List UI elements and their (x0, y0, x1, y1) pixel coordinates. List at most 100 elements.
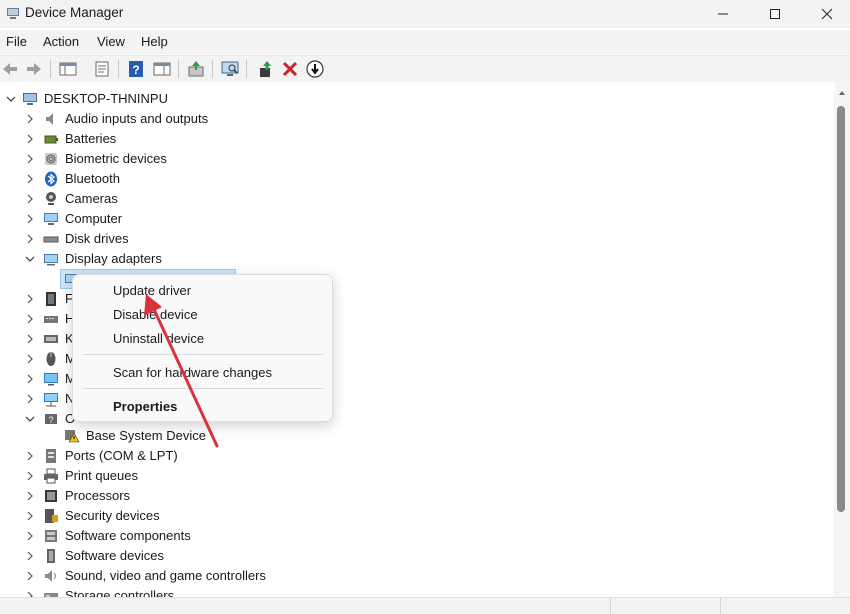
tree-category-label: Biometric devices (65, 151, 167, 166)
forward-icon[interactable] (24, 59, 44, 79)
tree-category-label: Storage controllers (65, 588, 175, 597)
chevron-right-icon[interactable] (25, 369, 35, 389)
tree-category-label: Disk drives (65, 231, 129, 246)
tree-category-row[interactable]: Bluetooth (0, 169, 300, 189)
tree-category-row[interactable]: Print queues (0, 466, 300, 486)
disable-device-menu-item[interactable]: Disable device (113, 307, 198, 322)
chevron-right-icon[interactable] (25, 389, 35, 409)
tree-category-row[interactable]: Sound, video and game controllers (0, 566, 300, 586)
disk-drive-icon (43, 236, 59, 243)
scroll-thumb[interactable] (837, 106, 845, 512)
window-title: Device Manager (25, 5, 124, 20)
close-icon (821, 8, 833, 20)
update-driver-menu-item[interactable]: Update driver (113, 283, 191, 298)
menu-view[interactable]: View (97, 34, 125, 49)
action-pane-icon[interactable] (152, 59, 172, 79)
chevron-right-icon[interactable] (25, 149, 35, 169)
tree-category-row[interactable]: Display adapters (0, 249, 300, 269)
toolbar-separator (212, 60, 213, 78)
chevron-right-icon[interactable] (25, 526, 35, 546)
software-component-icon (45, 530, 57, 542)
keyboard-icon (44, 335, 58, 343)
tree-category-row[interactable]: Ports (COM & LPT) (0, 446, 300, 466)
chevron-right-icon[interactable] (25, 169, 35, 189)
enable-device-icon[interactable] (256, 59, 276, 79)
tree-category-row[interactable]: Biometric devices (0, 149, 300, 169)
chevron-right-icon[interactable] (25, 289, 35, 309)
toolbar-separator (50, 60, 51, 78)
tree-category-row[interactable]: Security devices (0, 506, 300, 526)
mouse-icon (46, 352, 56, 366)
tree-category-label: Batteries (65, 131, 117, 146)
tree-category-row[interactable]: Audio inputs and outputs (0, 109, 300, 129)
chevron-down-icon[interactable] (6, 89, 16, 109)
sound-icon (45, 570, 56, 582)
chevron-right-icon[interactable] (25, 109, 35, 129)
menu-file[interactable]: File (6, 34, 27, 49)
help-icon[interactable]: ? (126, 59, 146, 79)
chevron-right-icon[interactable] (25, 546, 35, 566)
other-devices-icon: ? (45, 414, 57, 425)
chevron-right-icon[interactable] (25, 586, 35, 597)
disable-device-icon[interactable] (305, 59, 325, 79)
chevron-right-icon[interactable] (25, 209, 35, 229)
chevron-right-icon[interactable] (25, 566, 35, 586)
show-hide-console-tree-icon[interactable] (58, 59, 78, 79)
uninstall-device-menu-item[interactable]: Uninstall device (113, 331, 204, 346)
storage-icon (44, 593, 58, 597)
update-driver-icon[interactable] (186, 59, 206, 79)
tree-device-label: Base System Device (86, 428, 206, 443)
properties-icon[interactable] (92, 59, 112, 79)
context-menu: Update driver Disable device Uninstall d… (72, 274, 333, 422)
vertical-scrollbar[interactable] (834, 82, 850, 597)
tree-category-label: Processors (65, 488, 131, 503)
tree-category-row[interactable]: Disk drives (0, 229, 300, 249)
toolbar-separator (178, 60, 179, 78)
chevron-right-icon[interactable] (25, 189, 35, 209)
tree-category-row[interactable]: Cameras (0, 189, 300, 209)
menu-action[interactable]: Action (43, 34, 79, 49)
maximize-button[interactable] (752, 0, 798, 28)
close-button[interactable] (804, 0, 850, 28)
status-divider (610, 598, 611, 614)
processor-icon (45, 490, 57, 502)
tree-category-row[interactable]: Processors (0, 486, 300, 506)
scroll-up-icon[interactable] (837, 88, 847, 98)
chevron-right-icon[interactable] (25, 446, 35, 466)
minimize-button[interactable] (700, 0, 746, 28)
tree-category-label: Print queues (65, 468, 138, 483)
chevron-right-icon[interactable] (25, 129, 35, 149)
chevron-right-icon[interactable] (25, 349, 35, 369)
display-adapter-icon (44, 254, 58, 266)
uninstall-icon[interactable] (280, 59, 300, 79)
properties-menu-item[interactable]: Properties (113, 399, 177, 414)
tree-category-label: Security devices (65, 508, 160, 523)
camera-icon (46, 192, 56, 205)
tree-category-row[interactable]: Storage controllers (0, 586, 300, 597)
chevron-right-icon[interactable] (25, 229, 35, 249)
printer-icon (44, 468, 58, 484)
minimize-icon (718, 13, 728, 15)
chevron-down-icon[interactable] (25, 249, 35, 269)
chevron-right-icon[interactable] (25, 329, 35, 349)
tree-category-row[interactable]: Software devices (0, 546, 300, 566)
firmware-icon (46, 292, 56, 306)
tree-category-row[interactable]: Computer (0, 209, 300, 229)
tree-category-row[interactable]: Software components (0, 526, 300, 546)
menu-help[interactable]: Help (141, 34, 168, 49)
chevron-right-icon[interactable] (25, 309, 35, 329)
scan-hardware-menu-item[interactable]: Scan for hardware changes (113, 365, 272, 380)
chevron-right-icon[interactable] (25, 486, 35, 506)
computer-root-icon (23, 93, 37, 105)
tree-category-label: Sound, video and game controllers (65, 568, 266, 583)
chevron-right-icon[interactable] (25, 466, 35, 486)
tree-root[interactable]: DESKTOP-THNINPU (0, 89, 300, 109)
scan-hardware-icon[interactable] (220, 59, 240, 79)
chevron-right-icon[interactable] (25, 506, 35, 526)
back-icon[interactable] (0, 59, 20, 79)
tree-device-row[interactable]: Base System Device (0, 426, 300, 446)
menu-bar: File Action View Help (0, 30, 850, 54)
context-menu-separator (83, 354, 323, 355)
warning-device-icon (65, 430, 80, 443)
tree-category-row[interactable]: Batteries (0, 129, 300, 149)
